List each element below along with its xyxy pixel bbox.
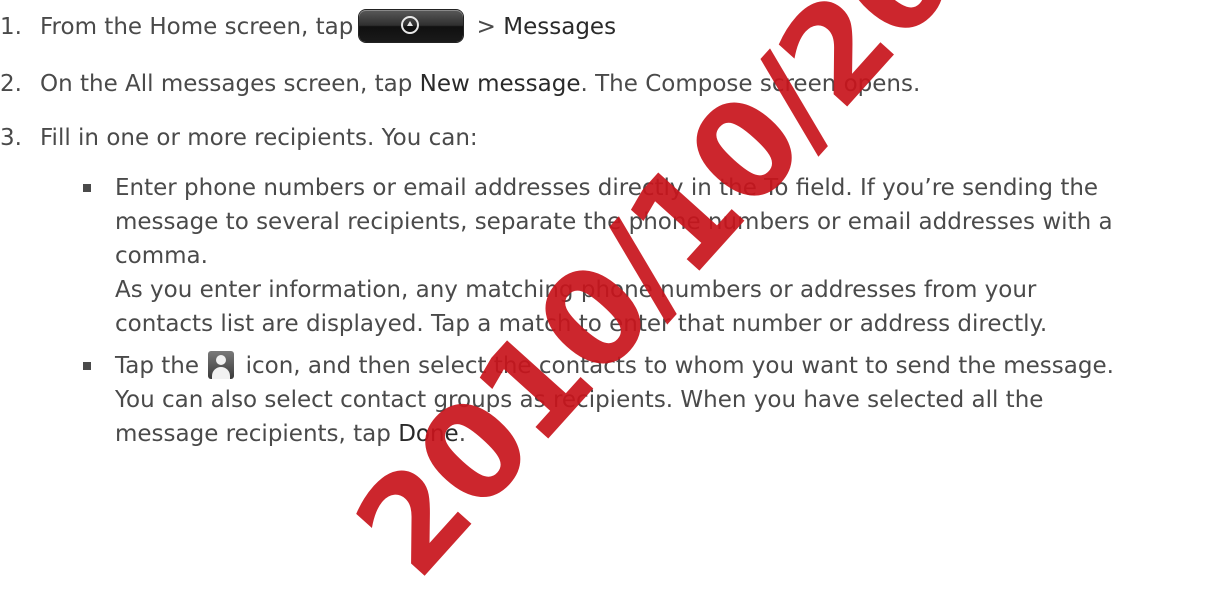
- step-1: 1. From the Home screen, tap > Messages: [0, 9, 617, 42]
- step-text: From the Home screen, tap: [40, 14, 354, 40]
- bullet-line-end: .: [458, 421, 467, 447]
- bullet-line-start: message recipients, tap: [115, 421, 399, 447]
- bullet-line: message recipients, tap Done.: [115, 417, 1220, 451]
- step-separator: >: [469, 14, 504, 40]
- manual-page: 1. From the Home screen, tap > Messages 2…: [0, 0, 1226, 605]
- bullet-2-text: Tap the icon, and then select the contac…: [115, 349, 1220, 451]
- bullet-marker: [83, 184, 91, 192]
- bullet-line: Enter phone numbers or email addresses d…: [115, 175, 1099, 201]
- bullet-line: message to several recipients, separate …: [115, 209, 1113, 235]
- step-text: Fill in one or more recipients. You can:: [40, 125, 478, 151]
- messages-term: Messages: [503, 14, 617, 40]
- step-2: 2. On the All messages screen, tap New me…: [0, 69, 920, 99]
- bullet-line: You can also select contact groups as re…: [115, 387, 1044, 413]
- bullet-marker: [83, 362, 91, 370]
- bullet-line: comma.: [115, 243, 208, 269]
- bullet-line-start: Tap the: [115, 353, 207, 379]
- contact-person-icon: [208, 350, 235, 379]
- bullet-line-end: icon, and then select the contacts to wh…: [238, 353, 1114, 379]
- bullet-line: contacts list are displayed. Tap a match…: [115, 311, 1048, 337]
- bullet-line: Tap the icon, and then select the contac…: [115, 349, 1220, 383]
- step-number: 3.: [0, 125, 22, 151]
- step-number: 2.: [0, 71, 22, 97]
- bullet-1-text: Enter phone numbers or email addresses d…: [115, 171, 1220, 341]
- new-message-term: New message: [419, 71, 581, 97]
- done-term: Done: [398, 421, 459, 447]
- all-apps-home-button-icon: [359, 9, 464, 42]
- step-text-end: . The Compose screen opens.: [580, 71, 921, 97]
- step-number: 1.: [0, 14, 22, 40]
- bullet-line: As you enter information, any matching p…: [115, 277, 1037, 303]
- step-3: 3. Fill in one or more recipients. You ca…: [0, 123, 478, 153]
- step-text: On the All messages screen, tap: [40, 71, 420, 97]
